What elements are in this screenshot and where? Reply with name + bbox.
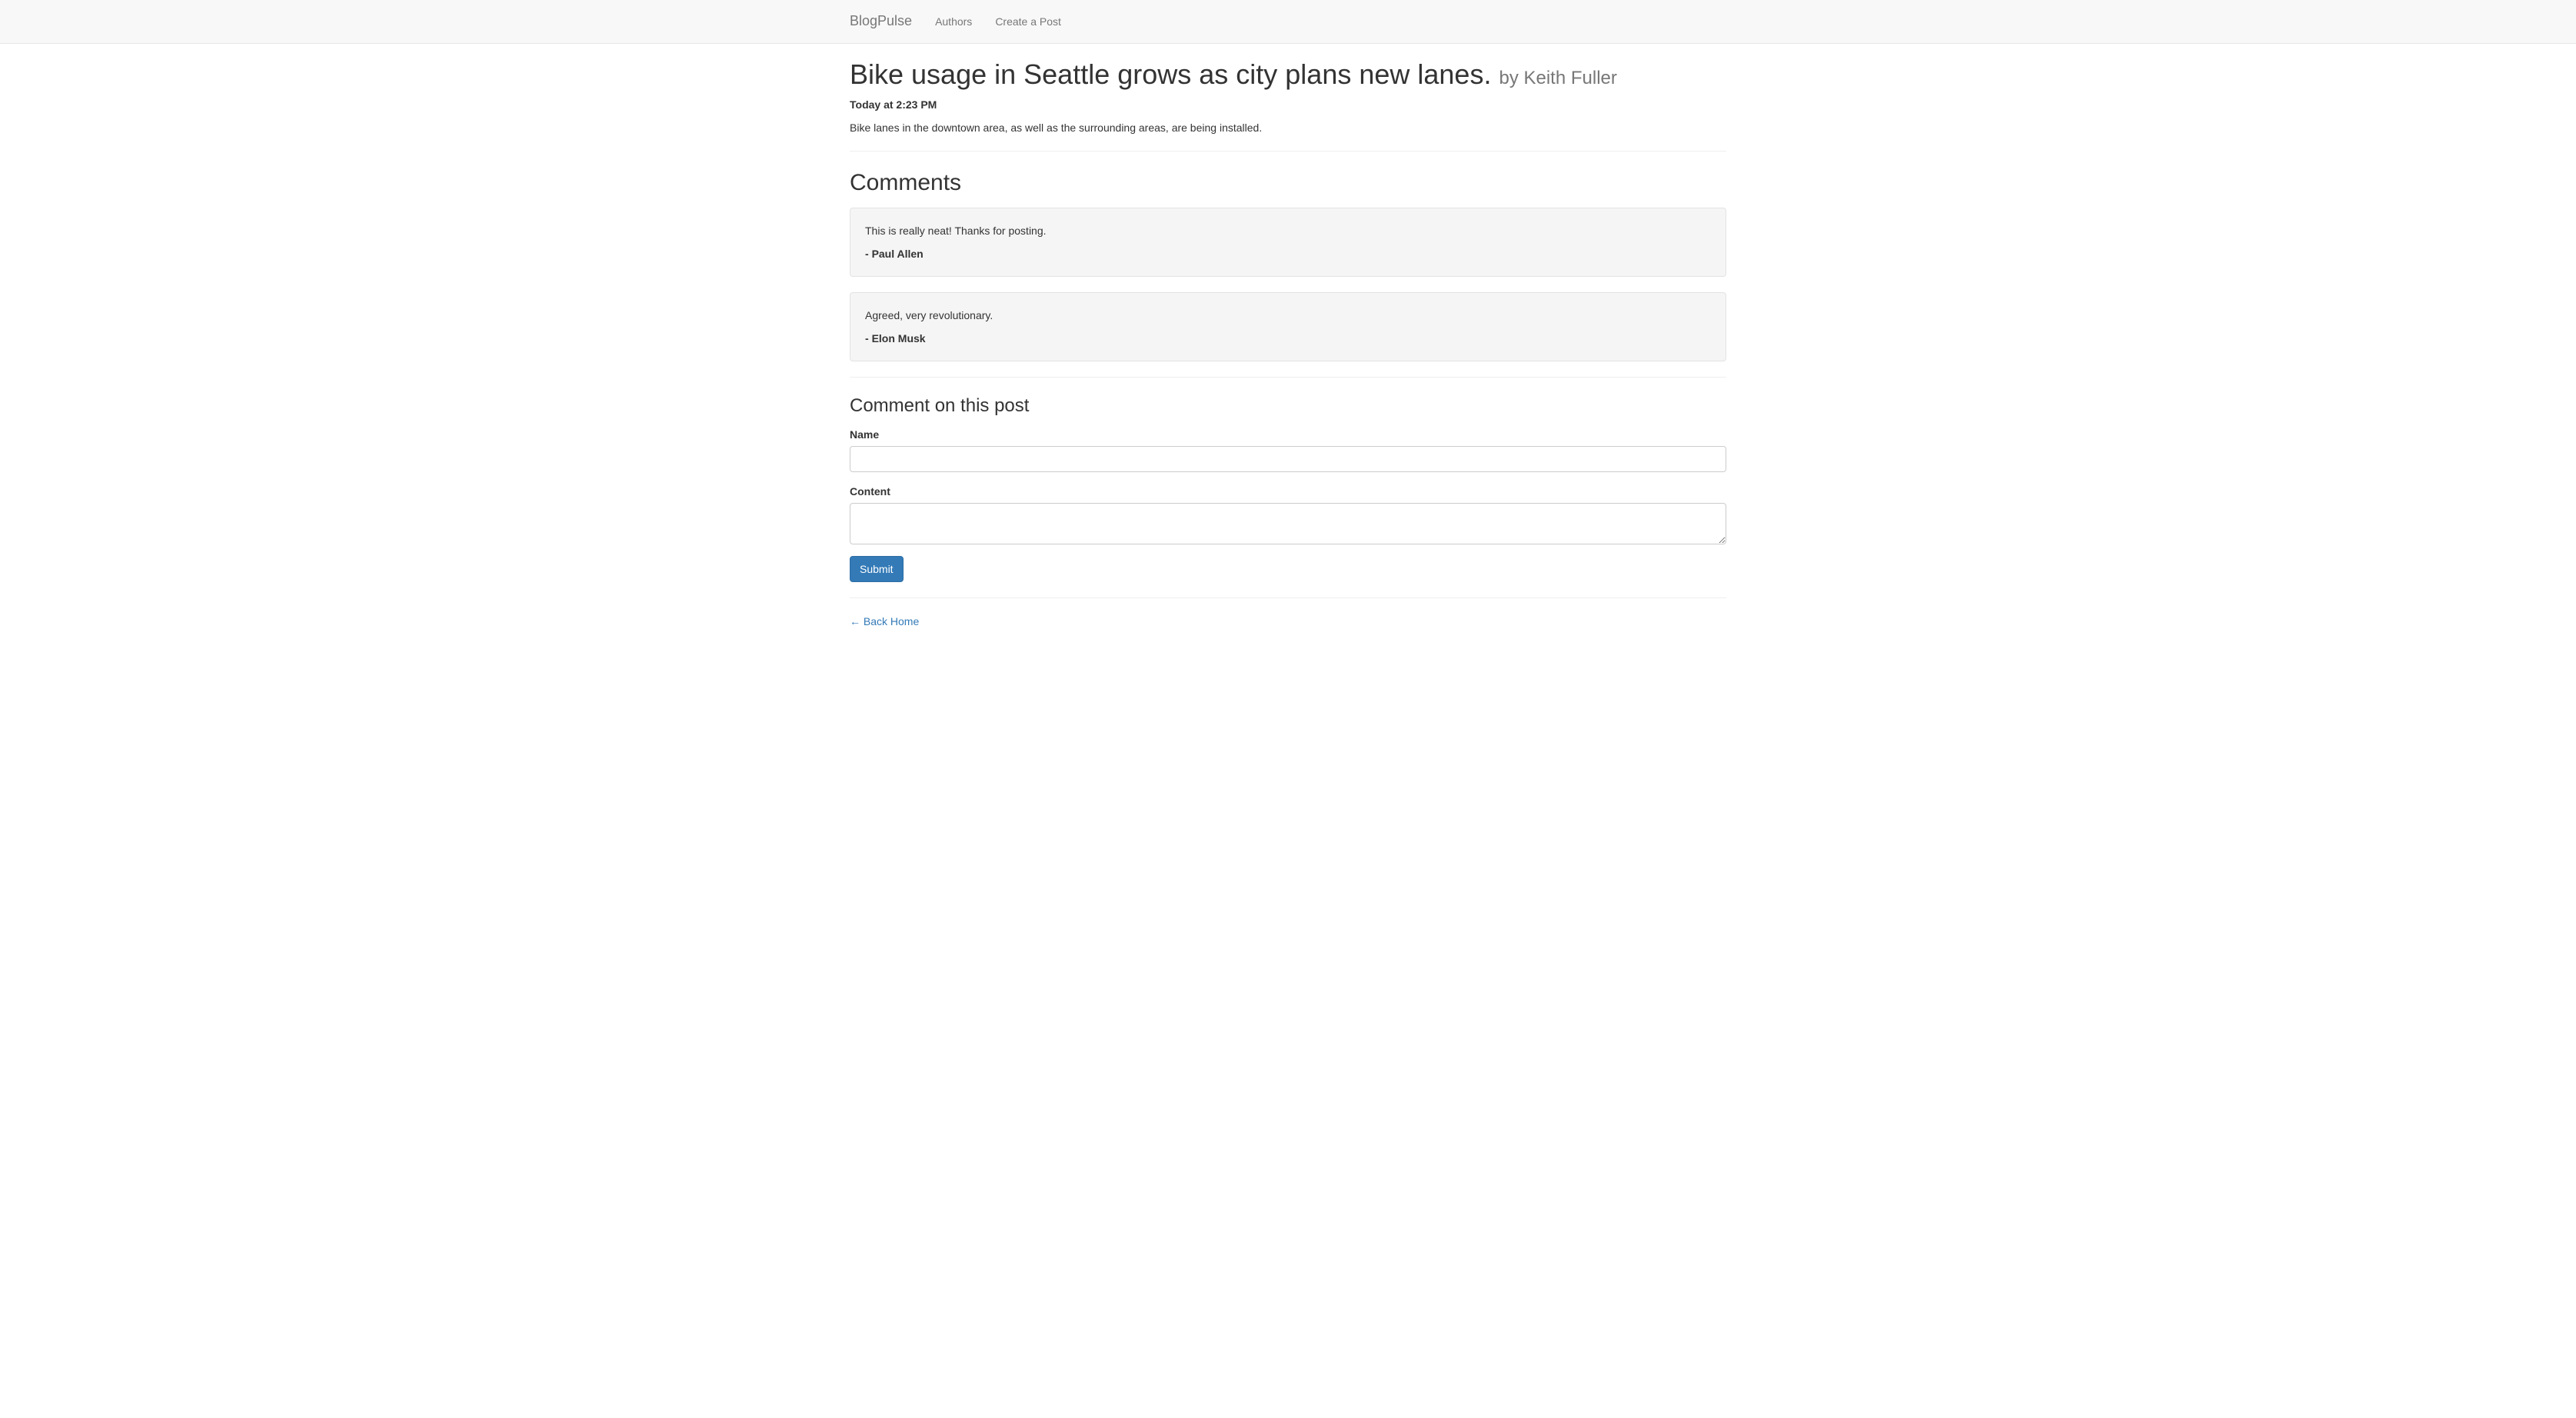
post-timestamp: Today at 2:23 PM [850, 97, 1726, 112]
main-container: Bike usage in Seattle grows as city plan… [838, 59, 1738, 630]
content-textarea[interactable] [850, 503, 1726, 544]
comment-form: Name Content Submit [850, 427, 1726, 582]
divider [850, 377, 1726, 378]
content-label: Content [850, 484, 890, 499]
nav-link-create-post[interactable]: Create a Post [983, 2, 1073, 41]
post-body: Bike lanes in the downtown area, as well… [850, 120, 1726, 135]
submit-button[interactable]: Submit [850, 556, 904, 582]
name-input[interactable] [850, 446, 1726, 472]
comment-form-heading: Comment on this post [850, 393, 1726, 419]
comments-heading: Comments [850, 167, 1726, 200]
comment-item: Agreed, very revolutionary. - Elon Musk [850, 292, 1726, 361]
comment-author: - Paul Allen [865, 246, 1711, 261]
post-title-heading: Bike usage in Seattle grows as city plan… [850, 59, 1726, 90]
comment-content: This is really neat! Thanks for posting. [865, 223, 1711, 238]
back-home-link[interactable]: ← Back Home [850, 615, 919, 627]
name-label: Name [850, 427, 879, 442]
comment-content: Agreed, very revolutionary. [865, 308, 1711, 323]
divider [850, 597, 1726, 598]
comment-item: This is really neat! Thanks for posting.… [850, 208, 1726, 277]
post-title: Bike usage in Seattle grows as city plan… [850, 58, 1491, 90]
navbar-brand[interactable]: BlogPulse [850, 0, 924, 43]
navbar: BlogPulse Authors Create a Post [0, 0, 2576, 44]
nav-link-authors[interactable]: Authors [924, 2, 983, 41]
post-byline: by Keith Fuller [1499, 68, 1616, 88]
comment-author: - Elon Musk [865, 331, 1711, 346]
